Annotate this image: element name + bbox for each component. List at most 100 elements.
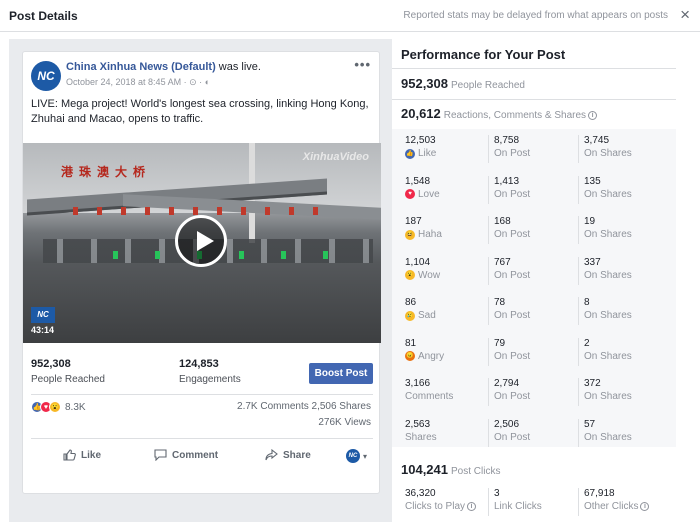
video-watermark: XinhuaVideo [302,151,369,163]
breakdown-value: 12,503 [405,135,436,146]
video-duration: 43:14 [31,325,55,335]
dialog-title: Post Details [9,9,78,23]
video-sign-text: 港珠澳大桥 [61,165,152,179]
breakdown-value: 8,758 [494,135,520,146]
breakdown-label-text: On Post [494,148,531,159]
breakdown-label: On Post [494,189,578,200]
breakdown-value: 2 [584,337,590,349]
comment-label: Comment [172,449,219,461]
breakdown-cell: 8 On Shares [578,297,674,325]
breakdown-label-text: Comments [405,391,454,402]
thumbs-up-icon [63,449,76,461]
reaction-summary[interactable]: 👍 ♥ 😮 8.3K [31,401,86,413]
breakdown-label-text: On Post [494,269,531,281]
delay-note: Reported stats may be delayed from what … [403,10,668,21]
divider [392,68,676,69]
click-stat-label-text: Other Clicks [584,501,639,512]
like-reaction-icon: 👍 [405,148,415,159]
share-button[interactable]: Share [265,449,311,461]
people-reached-stat: 952,308 People Reached [31,358,105,385]
info-icon[interactable]: i [467,502,477,511]
close-icon[interactable]: × [680,6,690,24]
post-timestamp[interactable]: October 24, 2018 at 8:45 AM · ⊙ · ◐ [66,77,210,88]
info-icon[interactable]: i [640,502,650,511]
breakdown-value: 187 [405,216,422,227]
like-button[interactable]: Like [63,449,101,461]
post-clicks-value: 104,241 [401,462,448,477]
reached-value: 952,308 [401,76,448,91]
breakdown-label-text: On Post [494,188,531,200]
play-icon[interactable] [175,215,227,267]
breakdown-value: 2,506 [494,418,520,430]
click-stat-cell: 36,320 Clicks to Play i [400,488,488,516]
love-reaction-icon: ♥ [405,189,415,199]
divider [392,99,676,100]
breakdown-value: 81 [405,337,417,349]
act-as-page-selector[interactable]: NC ▾ [345,449,367,463]
page-name-link[interactable]: China Xinhua News (Default) [66,61,216,73]
breakdown-value: 1,548 [405,175,431,187]
comments-shares-count[interactable]: 2.7K Comments 2,506 Shares [237,401,371,412]
reactions-breakdown: 12,503 👍 Like 8,758 On Post 3,745 On Shares 1,5… [392,129,676,447]
breakdown-label: On Post [494,148,578,159]
breakdown-cell: 2,794 On Post [488,378,578,406]
clicks-breakdown: 36,320 Clicks to Play i 3 Link Clicks 67,918 O… [392,484,676,522]
video-logo: NC [31,307,55,323]
breakdown-value: 1,413 [494,175,520,187]
breakdown-cell: 19 On Shares [578,216,674,244]
breakdown-value: 79 [494,337,506,349]
video-player[interactable]: 港珠澳大桥 XinhuaVideo NC 43:14 [23,143,381,343]
divider [31,438,373,439]
click-stat-label: Clicks to Play i [405,501,488,512]
breakdown-row: 187 😆 Haha 168 On Post 19 On Shares [392,210,676,250]
breakdown-row: 81 😠 Angry 79 On Post 2 On Shares [392,332,676,372]
breakdown-label: On Shares [584,391,674,402]
breakdown-cell: 8,758 On Post [488,135,578,163]
post-clicks-label: Post Clicks [451,466,501,477]
comment-button[interactable]: Comment [154,449,218,461]
breakdown-row: 3,166 Comments 2,794 On Post 372 On Shares [392,372,676,412]
breakdown-label: On Post [494,229,578,240]
breakdown-label: On Post [494,432,578,443]
breakdown-cell: 3,166 Comments [400,378,488,406]
breakdown-value: 19 [584,216,596,227]
breakdown-label: On Shares [584,148,674,159]
breakdown-label: On Shares [584,351,674,362]
click-stat-label-text: Clicks to Play [405,501,466,512]
breakdown-label: Comments [405,391,488,402]
click-stat-value: 36,320 [405,488,436,499]
video-green-lights [113,251,353,259]
breakdown-label-text: On Post [494,310,531,321]
breakdown-cell: 86 😢 Sad [400,297,488,325]
breakdown-value: 372 [584,378,601,389]
breakdown-cell: 2 On Shares [578,337,674,366]
people-reached-label: People Reached [31,374,105,385]
engagements-value: 124,853 [179,358,219,370]
breakdown-cell: 3,745 On Shares [578,135,674,163]
breakdown-label: 😠 Angry [405,351,488,362]
click-stat-label-text: Link Clicks [494,501,542,512]
reached-stat: 952,308 People Reached [401,76,525,91]
breakdown-label-text: On Shares [584,188,632,200]
post-author-line: China Xinhua News (Default) was live. [66,61,261,73]
breakdown-value: 3,745 [584,135,610,146]
breakdown-label: On Shares [584,189,674,200]
breakdown-label: 😮 Wow [405,270,488,281]
info-icon[interactable]: i [588,111,598,120]
video-road [23,263,381,343]
views-count: 276K Views [318,417,371,428]
breakdown-label-text: On Shares [584,391,632,402]
divider [31,394,373,395]
reaction-count: 8.3K [65,401,86,413]
page-avatar[interactable]: NC [31,61,61,91]
breakdown-label: On Shares [584,270,674,281]
breakdown-row: 1,104 😮 Wow 767 On Post 337 On Shares [392,251,676,291]
breakdown-cell: 337 On Shares [578,256,674,285]
click-stat-label: Link Clicks [494,501,578,512]
breakdown-value: 8 [584,297,590,308]
breakdown-label-text: Wow [418,269,441,281]
more-options-icon[interactable]: ••• [354,57,371,72]
boost-post-button[interactable]: Boost Post [309,363,373,384]
breakdown-label-text: Shares [405,431,437,443]
breakdown-cell: 57 On Shares [578,418,674,447]
